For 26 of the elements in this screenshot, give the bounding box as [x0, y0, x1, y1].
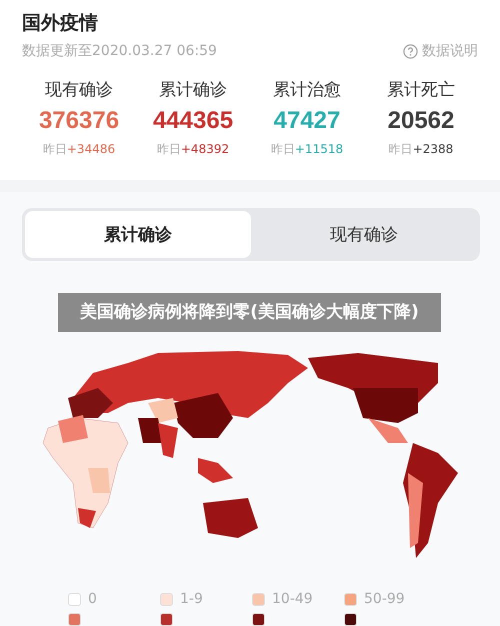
- delta-value: +48392: [180, 142, 230, 156]
- stat-label: 现有确诊: [45, 79, 113, 101]
- delta-label: 昨日: [388, 142, 413, 156]
- delta-label: 昨日: [156, 142, 181, 156]
- legend-label: 10-49: [272, 591, 313, 607]
- stat-value: 20562: [388, 107, 454, 135]
- legend-label: 1-9: [180, 591, 203, 607]
- delta-value: +34486: [66, 142, 116, 156]
- stat-label: 累计确诊: [159, 79, 227, 101]
- delta-label: 昨日: [270, 142, 295, 156]
- help-icon: [403, 44, 418, 58]
- delta-value: +11518: [294, 142, 344, 156]
- update-time: 数据更新至2020.03.27 06:59: [22, 42, 217, 60]
- tab[interactable]: 累计确诊: [25, 211, 251, 258]
- stat-value: 47427: [274, 107, 340, 135]
- tab[interactable]: 现有确诊: [251, 211, 477, 258]
- legend-label: 50-99: [364, 591, 405, 607]
- stat-label: 累计死亡: [387, 79, 455, 101]
- stat-value: 376376: [38, 107, 120, 135]
- delta-label: 昨日: [42, 142, 67, 156]
- delta-value: +2388: [412, 142, 454, 156]
- legend-label: 0: [88, 591, 97, 607]
- page-title: 国外疫情: [22, 11, 99, 36]
- caption-banner: 美国确诊病例将降到零(美国确诊大幅度下降): [58, 293, 441, 332]
- stat-label: 累计治愈: [273, 79, 341, 101]
- stat-value: 444365: [152, 107, 234, 135]
